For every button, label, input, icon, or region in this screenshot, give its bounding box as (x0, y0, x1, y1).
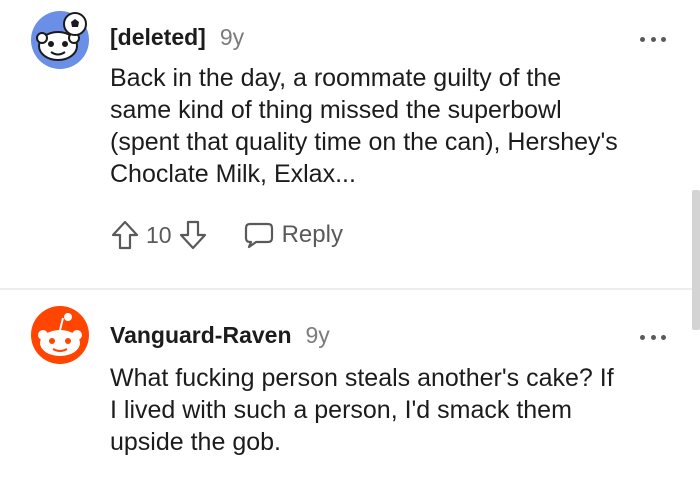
avatar[interactable] (30, 10, 90, 70)
comment-age: 9y (305, 322, 330, 348)
avatar[interactable] (30, 305, 90, 365)
username[interactable]: Vanguard-Raven (110, 322, 292, 349)
comment-body: What fucking person steals another's cak… (110, 364, 614, 456)
comment-header: [deleted] 9y (110, 24, 244, 51)
comment-header: Vanguard-Raven 9y (110, 322, 330, 349)
snoo-avatar-icon (31, 306, 89, 364)
upvote-icon[interactable] (110, 219, 140, 251)
vote-score: 10 (146, 221, 172, 248)
comment-actions: 10 Reply (110, 216, 343, 254)
reply-button[interactable]: Reply (244, 221, 343, 249)
reply-bubble-icon (244, 222, 273, 249)
comment-body: Back in the day, a roommate guilty of th… (110, 64, 618, 188)
more-options-icon[interactable] (640, 35, 666, 43)
username[interactable]: [deleted] (110, 24, 206, 51)
comment: [deleted] 9y Back in the day, a roommate… (0, 0, 690, 288)
reply-label: Reply (281, 221, 343, 248)
snoo-avatar-icon (31, 11, 89, 69)
downvote-icon[interactable] (178, 219, 208, 251)
scrollbar[interactable] (692, 190, 700, 330)
more-options-icon[interactable] (640, 333, 666, 341)
vote-controls: 10 (110, 219, 208, 251)
comment-age: 9y (219, 24, 245, 50)
